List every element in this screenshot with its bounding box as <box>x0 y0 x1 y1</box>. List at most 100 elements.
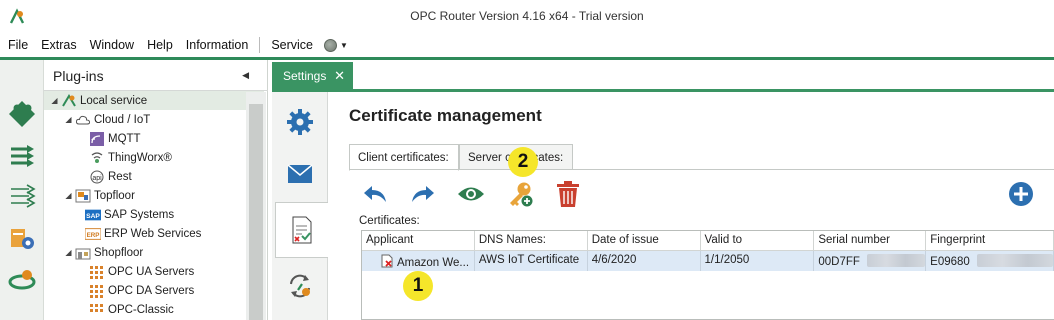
cell-serial-number: 00D7FF <box>814 251 927 271</box>
settings-nav-general[interactable] <box>275 94 325 150</box>
tree-node-shopfloor[interactable]: ◢ Shopfloor <box>44 243 264 262</box>
certificates-label: Certificates: <box>359 215 420 227</box>
envelope-icon <box>287 164 313 183</box>
topfloor-icon <box>75 188 91 204</box>
tab-divider <box>349 169 1054 170</box>
cell-fingerprint: E09680 <box>926 251 1054 271</box>
sap-icon: SAP <box>85 207 101 223</box>
applicant-value: Amazon We... <box>397 257 470 269</box>
document-tabs: Settings ✕ <box>268 60 1054 90</box>
tree-node-thingworx[interactable]: ThingWorx® <box>44 148 264 167</box>
menu-information[interactable]: Information <box>181 38 254 52</box>
settings-nav-certificates[interactable] <box>275 202 328 258</box>
view-button[interactable] <box>455 178 487 210</box>
redacted-mask <box>977 254 1053 267</box>
tree-node-label: Cloud / IoT <box>94 113 151 126</box>
delete-button[interactable] <box>552 178 584 210</box>
erp-icon: ERP <box>85 226 101 242</box>
undo-button[interactable] <box>359 178 391 210</box>
close-icon[interactable]: ✕ <box>334 68 345 84</box>
collapse-arrow-icon[interactable]: ◢ <box>64 191 73 200</box>
rail-transfer-button[interactable] <box>4 138 40 174</box>
annotation-badge-2: 2 <box>508 147 538 177</box>
plugin-settings-icon <box>11 229 34 249</box>
rail-settings-button[interactable] <box>4 220 40 256</box>
rail-logo-button[interactable] <box>4 262 40 298</box>
opc-router-ring-icon <box>8 270 36 290</box>
tree-node-rest[interactable]: api Rest <box>44 167 264 186</box>
left-rail <box>0 60 44 320</box>
menu-service[interactable]: Service <box>266 38 318 52</box>
local-service-icon <box>61 93 77 109</box>
service-status-icon[interactable] <box>324 38 337 52</box>
tree-node-sap-systems[interactable]: SAP SAP Systems <box>44 205 264 224</box>
column-header-date-of-issue[interactable]: Date of issue <box>588 231 701 251</box>
add-key-button[interactable] <box>504 178 536 210</box>
menu-window[interactable]: Window <box>85 38 139 52</box>
tab-client-certificates[interactable]: Client certificates: <box>349 144 459 171</box>
column-header-serial-number[interactable]: Serial number <box>814 231 927 251</box>
opc-ua-icon <box>89 264 105 280</box>
sync-icon <box>290 274 310 298</box>
menu-extras[interactable]: Extras <box>36 38 81 52</box>
transfer-icon <box>11 145 34 167</box>
collapse-arrow-icon[interactable]: ◢ <box>50 96 59 105</box>
svg-text:api: api <box>92 175 102 182</box>
chevron-down-icon[interactable]: ▼ <box>340 41 348 50</box>
shopfloor-icon <box>75 245 91 261</box>
collapse-panel-icon[interactable]: ◀ <box>242 70 249 81</box>
rest-icon: api <box>89 169 105 185</box>
tree-node-topfloor[interactable]: ◢ Topfloor <box>44 186 264 205</box>
scrollbar-thumb[interactable] <box>249 104 263 320</box>
tree-node-opc-ua-servers[interactable]: OPC UA Servers <box>44 262 264 281</box>
column-header-applicant[interactable]: Applicant <box>362 231 475 251</box>
plugins-panel: Plug-ins ◀ ◢ Local service ◢ Cloud / IoT… <box>44 60 268 320</box>
column-header-dns-names[interactable]: DNS Names: <box>475 231 588 251</box>
menu-bar: File Extras Window Help Information Serv… <box>0 33 1054 57</box>
tree-node-cloud-iot[interactable]: ◢ Cloud / IoT <box>44 110 264 129</box>
page-title: Certificate management <box>349 106 542 125</box>
certificate-document-icon <box>292 216 312 244</box>
collapse-arrow-icon[interactable]: ◢ <box>64 248 73 257</box>
certificates-table: Applicant DNS Names: Date of issue Valid… <box>361 230 1054 320</box>
rail-plugins-button[interactable] <box>4 96 40 132</box>
rail-connections-button[interactable] <box>4 178 40 214</box>
serial-number-value: 00D7FF <box>818 256 860 268</box>
menu-file[interactable]: File <box>3 38 33 52</box>
tab-settings[interactable]: Settings ✕ <box>272 62 353 90</box>
plugins-tree: ◢ Local service ◢ Cloud / IoT MQTT Thing… <box>44 91 264 319</box>
column-header-fingerprint[interactable]: Fingerprint <box>926 231 1054 251</box>
redo-icon <box>412 186 434 202</box>
tree-node-mqtt[interactable]: MQTT <box>44 129 264 148</box>
connections-icon <box>11 184 36 208</box>
add-button[interactable] <box>1005 178 1037 210</box>
add-key-icon <box>510 182 533 207</box>
certificate-management-panel: Certificate management Client certificat… <box>329 92 1054 320</box>
tree-node-opc-da-servers[interactable]: OPC DA Servers <box>44 281 264 300</box>
window-title: OPC Router Version 4.16 x64 - Trial vers… <box>410 9 644 23</box>
settings-nav-sync[interactable] <box>275 258 325 314</box>
invalid-certificate-icon <box>381 254 393 268</box>
tree-node-erp-web-services[interactable]: ERP ERP Web Services <box>44 224 264 243</box>
tree-node-local-service[interactable]: ◢ Local service <box>44 91 264 110</box>
redacted-mask <box>867 254 926 267</box>
opc-da-icon <box>89 283 105 299</box>
collapse-arrow-icon[interactable]: ◢ <box>64 115 73 124</box>
plugins-scrollbar[interactable] <box>246 92 266 320</box>
title-bar: OPC Router Version 4.16 x64 - Trial vers… <box>0 0 1054 33</box>
column-header-valid-to[interactable]: Valid to <box>701 231 815 251</box>
svg-text:ERP: ERP <box>87 232 100 239</box>
settings-nav-mail[interactable] <box>275 146 325 202</box>
undo-icon <box>364 186 386 202</box>
redo-button[interactable] <box>407 178 439 210</box>
mqtt-icon <box>89 131 105 147</box>
menu-separator <box>259 37 261 53</box>
settings-nav <box>272 92 328 320</box>
plugins-panel-title: Plug-ins <box>53 68 104 84</box>
tree-node-opc-classic[interactable]: OPC-Classic <box>44 300 264 319</box>
menu-help[interactable]: Help <box>142 38 178 52</box>
table-row[interactable]: Amazon We... AWS IoT Certificate 4/6/202… <box>362 251 1054 271</box>
plugins-panel-header: Plug-ins ◀ <box>44 60 267 90</box>
fingerprint-value: E09680 <box>930 256 970 268</box>
tab-settings-label: Settings <box>283 69 327 83</box>
